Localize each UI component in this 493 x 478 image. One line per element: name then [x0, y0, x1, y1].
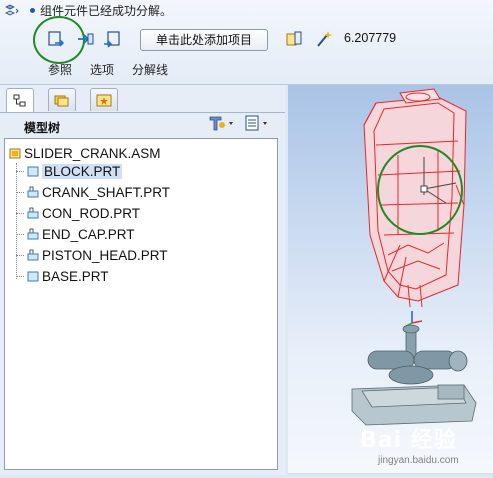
baidu-watermark: Bai 经验 [360, 428, 457, 453]
magic-wand-icon [317, 31, 332, 47]
display-toggle-button[interactable] [283, 28, 305, 50]
tree-connector [16, 192, 24, 193]
model-tree: SLIDER_CRANK.ASM BLOCK.PRT CRANK_SHAFT.P… [4, 138, 278, 470]
tree-toolbar [207, 113, 277, 133]
tree-item-crank-shaft[interactable]: CRANK_SHAFT.PRT [27, 183, 170, 201]
folder-flag-icon [286, 31, 302, 46]
tree-item-base[interactable]: BASE.PRT [27, 267, 109, 285]
model-tree-title: 模型树 [24, 121, 61, 135]
add-item-button[interactable]: 单击此处添加项目 [140, 29, 268, 51]
root-label: SLIDER_CRANK.ASM [24, 145, 161, 161]
tree-item-label: CRANK_SHAFT.PRT [42, 184, 171, 200]
offset-value: 6.207779 [344, 31, 397, 45]
tree-connector [16, 276, 24, 277]
tree-item-label: CON_ROD.PRT [42, 205, 141, 221]
graphics-window[interactable] [288, 85, 493, 475]
assembly-icon [9, 148, 21, 159]
show-menu-icon[interactable] [241, 113, 273, 133]
message-bullet [30, 8, 35, 13]
tree-item-piston-head[interactable]: PISTON_HEAD.PRT [27, 246, 168, 264]
base-part [351, 384, 477, 426]
explode-line-button[interactable] [313, 28, 335, 50]
part-moved-icon [27, 186, 39, 198]
tree-item-label: END_CAP.PRT [42, 226, 135, 242]
crank-shaft-part [367, 350, 468, 385]
explode-option-button[interactable] [101, 28, 123, 50]
tree-item-end-cap[interactable]: END_CAP.PRT [27, 225, 135, 243]
tab-references[interactable]: 参照 [48, 61, 72, 78]
tree-item-label: BASE.PRT [42, 268, 109, 284]
tab-options[interactable]: 选项 [90, 61, 114, 78]
tree-connector [16, 163, 17, 279]
part-icon [27, 271, 39, 282]
tree-root-node[interactable]: SLIDER_CRANK.ASM [9, 144, 161, 162]
explode-tool-icon [5, 4, 19, 16]
exploded-assembly-model[interactable] [288, 85, 493, 475]
watermark-url: jingyan.baidu.com [378, 455, 459, 466]
part-moved-icon [27, 249, 39, 261]
tree-item-block[interactable]: BLOCK.PRT [27, 162, 123, 180]
axis-triad [403, 311, 423, 328]
tree-connector [16, 213, 24, 214]
move-arrow-icon [78, 33, 94, 45]
tab-favorites[interactable] [90, 88, 118, 111]
tree-connector [16, 255, 24, 256]
explode-dashboard: 组件元件已经成功分解。 单击此处添加项目 6.207779 参照 选项 分解线 [0, 0, 493, 85]
tree-item-con-rod[interactable]: CON_ROD.PRT [27, 204, 140, 222]
tree-item-label: PISTON_HEAD.PRT [42, 247, 168, 263]
move-arrow-button[interactable] [74, 28, 96, 50]
tree-item-label: BLOCK.PRT [42, 163, 123, 179]
tab-explode-lines[interactable]: 分解线 [132, 61, 168, 78]
tree-connector [16, 234, 24, 235]
tree-connector [16, 171, 24, 172]
part-moved-icon [27, 228, 39, 240]
favorites-icon [96, 94, 112, 107]
part-icon [27, 166, 39, 177]
part-moved-icon [27, 207, 39, 219]
tab-model-tree[interactable] [6, 88, 34, 112]
navigator-panel: 模型树 SLIDER_CRANK.ASM BLOCK.PRT CRANK_SHA… [0, 85, 285, 475]
tree-settings-icon[interactable] [207, 113, 235, 133]
tab-folder-browser[interactable] [48, 88, 76, 111]
tree-icon [13, 94, 26, 106]
folders-icon [54, 95, 69, 107]
part-move-icon [104, 31, 120, 48]
